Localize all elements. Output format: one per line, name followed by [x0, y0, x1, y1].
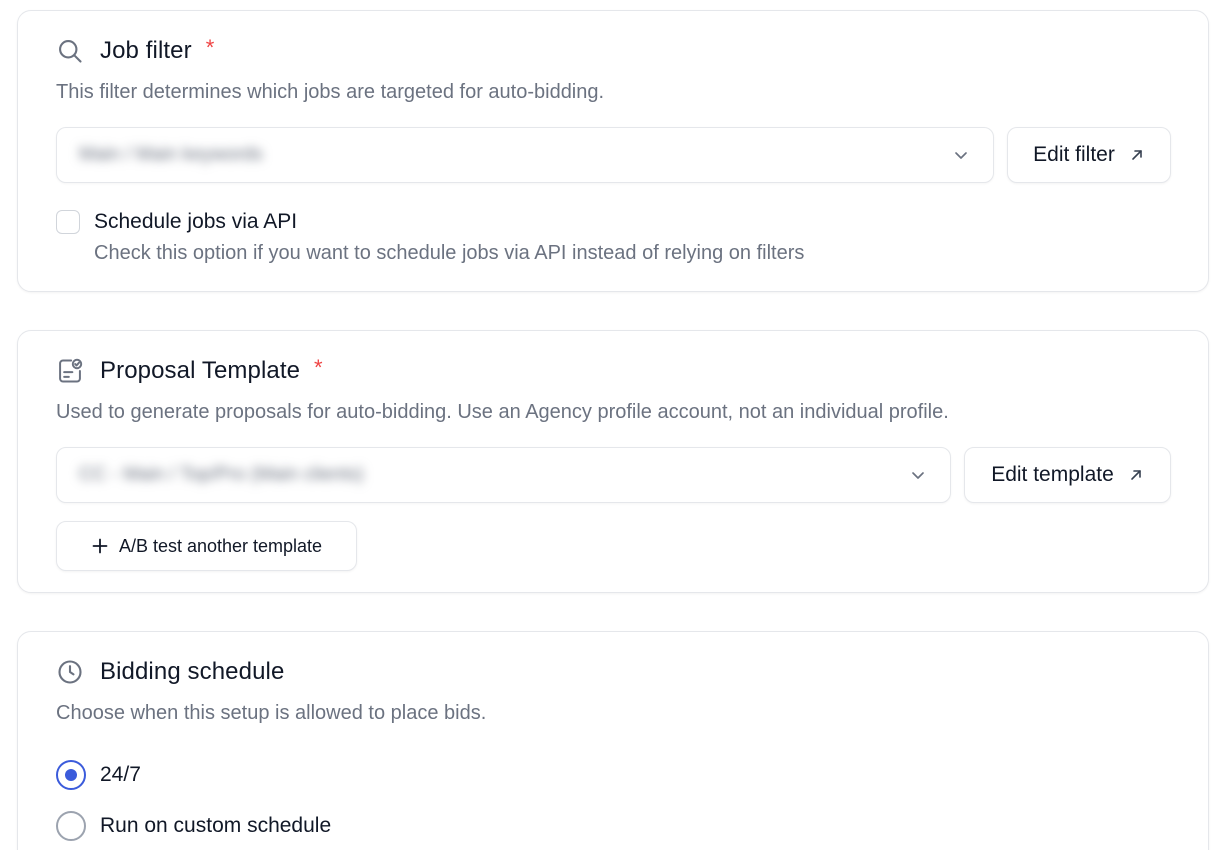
- schedule-api-label: Schedule jobs via API: [94, 210, 298, 233]
- proposal-template-title: Proposal Template: [100, 357, 301, 384]
- schedule-api-checkbox[interactable]: [56, 210, 80, 234]
- edit-template-label: Edit template: [991, 463, 1114, 486]
- schedule-option-24-7[interactable]: 24/7: [56, 760, 141, 790]
- job-filter-card: Job filter * This filter determines whic…: [17, 10, 1209, 292]
- job-filter-title: Job filter: [100, 37, 192, 64]
- proposal-template-select-value: CC - Main / Top/Pro (Main clients): [79, 464, 364, 485]
- template-check-icon: [56, 357, 84, 385]
- bidding-schedule-description: Choose when this setup is allowed to pla…: [56, 702, 487, 724]
- proposal-template-header: Proposal Template *: [56, 355, 323, 385]
- chevron-down-icon: [951, 145, 971, 165]
- job-filter-select[interactable]: Main / Main keywords: [56, 127, 994, 183]
- clock-icon: [56, 658, 84, 686]
- schedule-api-text: Schedule jobs via API Check this option …: [94, 209, 804, 265]
- required-indicator: *: [314, 355, 323, 380]
- ab-test-template-button[interactable]: A/B test another template: [56, 521, 357, 571]
- arrow-up-right-icon: [1129, 147, 1145, 163]
- radio-24-7[interactable]: [56, 760, 86, 790]
- proposal-template-select[interactable]: CC - Main / Top/Pro (Main clients): [56, 447, 951, 503]
- bidding-schedule-header: Bidding schedule: [56, 658, 284, 686]
- schedule-api-help: Check this option if you want to schedul…: [94, 242, 805, 264]
- schedule-api-option: Schedule jobs via API Check this option …: [56, 209, 804, 265]
- radio-custom-schedule-label: Run on custom schedule: [100, 814, 332, 837]
- ab-test-label: A/B test another template: [118, 535, 323, 556]
- required-indicator: *: [205, 35, 215, 60]
- schedule-option-custom[interactable]: Run on custom schedule: [56, 811, 331, 841]
- chevron-down-icon: [908, 465, 928, 485]
- radio-custom-schedule[interactable]: [56, 811, 86, 841]
- job-filter-select-value: Main / Main keywords: [79, 144, 263, 165]
- job-filter-description: This filter determines which jobs are ta…: [56, 81, 605, 103]
- radio-24-7-label: 24/7: [100, 763, 141, 786]
- edit-template-button[interactable]: Edit template: [964, 447, 1171, 503]
- arrow-up-right-icon: [1128, 467, 1144, 483]
- edit-filter-button[interactable]: Edit filter: [1007, 127, 1171, 183]
- bidding-schedule-title: Bidding schedule: [100, 658, 285, 685]
- edit-filter-label: Edit filter: [1033, 143, 1115, 166]
- job-filter-header: Job filter *: [56, 35, 215, 65]
- proposal-template-description: Used to generate proposals for auto-bidd…: [56, 401, 949, 423]
- proposal-template-card: Proposal Template * Used to generate pro…: [17, 330, 1209, 593]
- search-icon: [56, 37, 84, 65]
- bidding-schedule-card: Bidding schedule Choose when this setup …: [17, 631, 1209, 850]
- plus-icon: [91, 537, 109, 555]
